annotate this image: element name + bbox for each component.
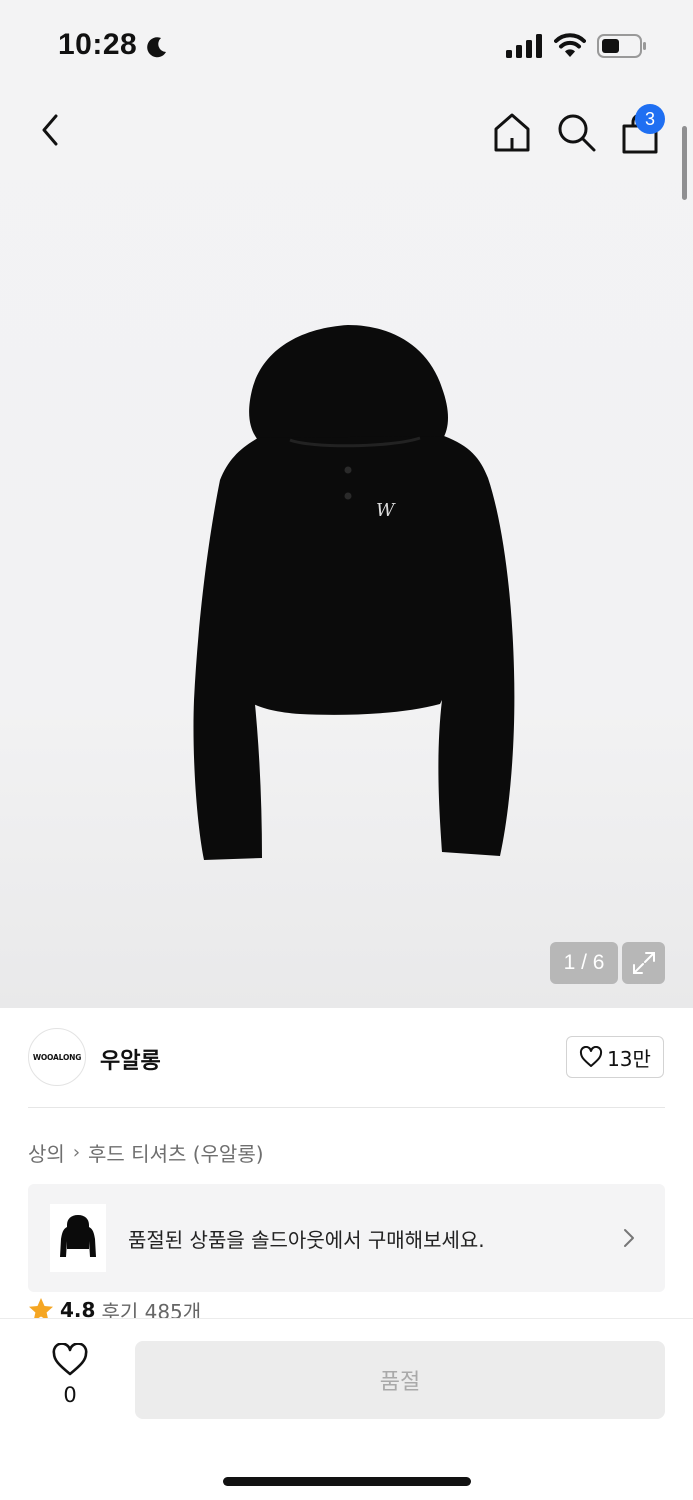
heart-icon <box>52 1343 88 1376</box>
chevron-right-icon: › <box>72 1142 81 1163</box>
soldout-button[interactable]: 품절 <box>135 1341 665 1419</box>
moon-icon <box>147 37 166 58</box>
banner-thumbnail <box>50 1204 106 1272</box>
divider <box>28 1107 665 1108</box>
expand-icon[interactable] <box>622 942 665 984</box>
brand-like-button[interactable]: 13만 <box>566 1036 664 1078</box>
top-nav <box>0 100 693 164</box>
breadcrumb-subcategory[interactable]: 후드 티셔츠 (우알롱) <box>88 1138 264 1167</box>
brand-logo[interactable]: WOOALONG <box>28 1028 86 1086</box>
soldout-banner-text: 품절된 상품을 솔드아웃에서 구매해보세요. <box>128 1228 485 1252</box>
heart-icon <box>580 1046 603 1067</box>
svg-text:W: W <box>376 500 396 521</box>
status-bar: 10:28 <box>0 0 693 90</box>
scrollbar[interactable] <box>682 126 687 200</box>
chevron-right-icon <box>624 1229 634 1247</box>
brand-name[interactable]: 우알롱 <box>100 1043 161 1075</box>
status-time: 10:28 <box>58 28 138 61</box>
soldout-banner[interactable]: 품절된 상품을 솔드아웃에서 구매해보세요. <box>28 1184 665 1292</box>
battery-icon <box>597 34 646 58</box>
image-counter: 1 / 6 <box>550 942 618 984</box>
home-icon[interactable] <box>490 110 534 154</box>
product-image[interactable]: W <box>180 320 530 870</box>
brand-like-count: 13만 <box>607 1046 651 1071</box>
wifi-icon <box>554 33 586 57</box>
cart-badge: 3 <box>635 104 665 134</box>
back-icon[interactable] <box>34 112 68 148</box>
wishlist-count: 0 <box>63 1383 77 1407</box>
search-icon[interactable] <box>554 110 598 154</box>
wishlist-button[interactable]: 0 <box>48 1343 92 1413</box>
signal-icon <box>506 34 542 58</box>
breadcrumb: 상의 › 후드 티셔츠 (우알롱) <box>28 1138 264 1167</box>
breadcrumb-category[interactable]: 상의 <box>28 1138 65 1167</box>
home-indicator <box>223 1477 471 1486</box>
bottom-bar: 0 품절 <box>0 1318 693 1500</box>
brand-row[interactable]: WOOALONG 우알롱 13만 <box>28 1028 665 1088</box>
